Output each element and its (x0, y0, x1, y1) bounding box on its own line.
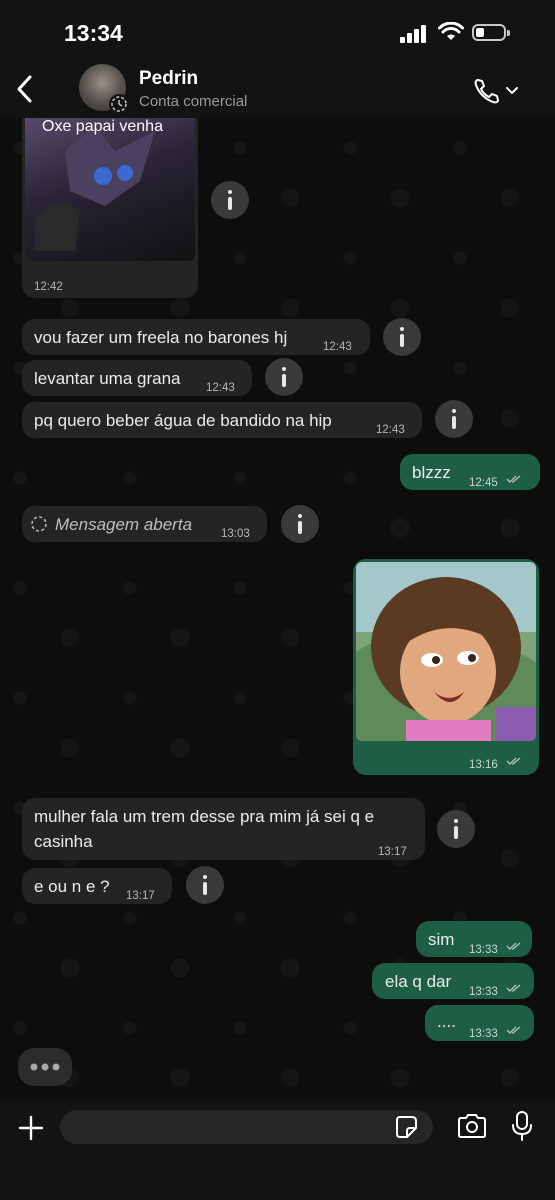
info-icon[interactable] (437, 810, 475, 848)
contact-subtitle: Conta comercial (139, 93, 248, 110)
message-text-incoming[interactable]: levantar uma grana 12:43 (22, 360, 252, 396)
message-view-once[interactable]: Mensagem aberta 13:03 (22, 506, 267, 542)
image-caption: Oxe papai venha (42, 118, 163, 135)
message-time: 13:03 (221, 528, 250, 540)
read-ticks-icon (506, 757, 521, 765)
contact-name[interactable]: Pedrin (139, 68, 198, 90)
message-time: 13:33 (469, 944, 498, 956)
sent-image[interactable] (356, 562, 536, 741)
message-text-outgoing[interactable]: ela q dar 13:33 (372, 963, 534, 999)
read-ticks-icon (506, 984, 521, 992)
signal-icon (400, 25, 428, 43)
info-icon[interactable] (265, 358, 303, 396)
message-time: 12:43 (376, 424, 405, 436)
message-text-outgoing[interactable]: sim 13:33 (416, 921, 532, 957)
info-icon[interactable] (186, 866, 224, 904)
message-text: vou fazer um freela no barones hj (34, 328, 288, 347)
message-text-outgoing[interactable]: blzzz 12:45 (400, 454, 540, 490)
message-image-outgoing[interactable]: 13:16 (353, 559, 539, 775)
sticker-image[interactable] (25, 118, 195, 261)
message-time: 13:33 (469, 986, 498, 998)
message-text-incoming[interactable]: mulher fala um trem desse pra mim já sei… (22, 798, 425, 860)
message-text-incoming[interactable]: e ou n e ? 13:17 (22, 868, 172, 904)
read-ticks-icon (506, 942, 521, 950)
message-time: 12:45 (469, 477, 498, 489)
typing-indicator-icon (18, 1048, 72, 1086)
info-icon[interactable] (211, 181, 249, 219)
status-time: 13:34 (64, 20, 123, 46)
plus-icon[interactable] (16, 1113, 46, 1143)
camera-icon[interactable] (456, 1112, 488, 1140)
message-image-incoming[interactable]: Oxe papai venha 12:42 (22, 118, 198, 298)
message-time: 13:16 (469, 759, 498, 771)
sticker-icon[interactable] (393, 1114, 419, 1140)
composer-bar (0, 1098, 555, 1200)
message-text: ela q dar (385, 972, 452, 991)
message-time: 12:42 (34, 281, 63, 293)
info-icon[interactable] (383, 318, 421, 356)
message-time: 13:33 (469, 1028, 498, 1040)
battery-icon (472, 24, 510, 41)
read-ticks-icon (506, 1026, 521, 1034)
message-text: Mensagem aberta (55, 515, 193, 534)
message-text-line2: casinha (34, 832, 93, 851)
message-text: sim (428, 930, 455, 949)
message-time: 13:17 (378, 846, 407, 858)
message-text: e ou n e ? (34, 877, 110, 896)
read-ticks-icon (506, 475, 521, 483)
message-text: blzzz (412, 463, 451, 482)
wifi-icon (438, 22, 464, 40)
message-time: 12:43 (323, 341, 352, 353)
chat-area[interactable]: Oxe papai venha 12:42 vou fazer um freel… (0, 118, 555, 1098)
message-text-incoming[interactable]: pq quero beber água de bandido na hip 12… (22, 402, 422, 438)
message-input[interactable] (60, 1110, 433, 1144)
message-text: pq quero beber água de bandido na hip (34, 411, 332, 430)
info-icon[interactable] (281, 505, 319, 543)
message-time: 12:43 (206, 382, 235, 394)
status-bar: 13:34 (0, 0, 555, 62)
microphone-icon[interactable] (511, 1110, 533, 1142)
chat-header: Pedrin Conta comercial (0, 62, 555, 118)
view-once-icon (31, 516, 47, 532)
info-icon[interactable] (435, 400, 473, 438)
business-badge-icon (109, 94, 129, 114)
message-text-outgoing[interactable]: .... 13:33 (425, 1005, 534, 1041)
phone-icon[interactable] (472, 76, 520, 106)
message-time: 13:17 (126, 890, 155, 902)
chevron-left-icon[interactable] (14, 74, 36, 104)
message-text: .... (437, 1012, 456, 1031)
message-text-incoming[interactable]: vou fazer um freela no barones hj 12:43 (22, 319, 370, 355)
message-text-line1: mulher fala um trem desse pra mim já sei… (34, 807, 375, 826)
message-text: levantar uma grana (34, 369, 181, 388)
